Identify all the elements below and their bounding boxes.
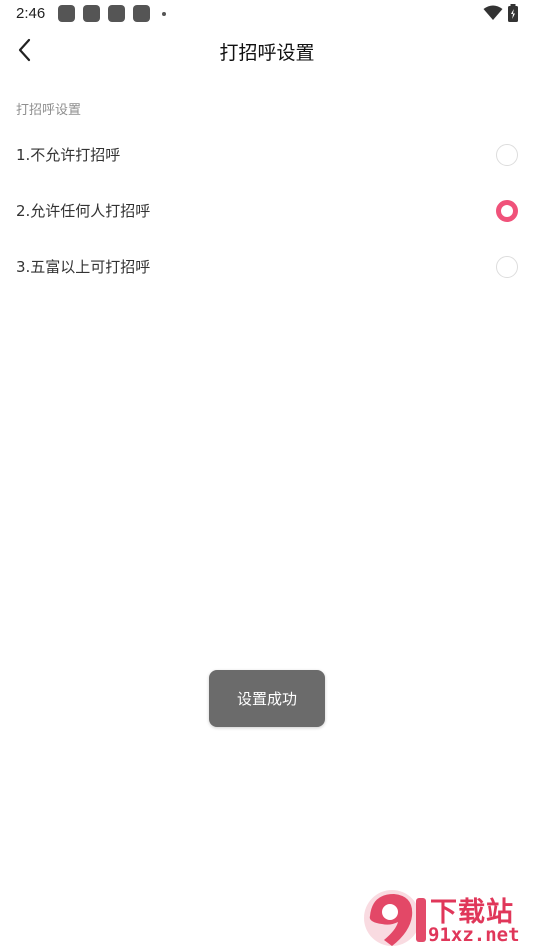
section-label: 打招呼设置 <box>16 103 82 118</box>
app-bar: 打招呼设置 <box>0 28 534 72</box>
toast-text: 设置成功 <box>236 690 297 708</box>
wifi-icon <box>483 5 503 20</box>
option-no-greeting[interactable]: 1.不允许打招呼 <box>0 127 534 183</box>
option-label: 1.不允许打招呼 <box>16 146 121 164</box>
toast-message: 设置成功 <box>209 670 325 727</box>
watermark: 下载站 91xz.net <box>362 888 534 950</box>
notification-app-icon <box>83 5 100 22</box>
option-allow-anyone[interactable]: 2.允许任何人打招呼 <box>0 183 534 239</box>
notification-app-icon <box>133 5 150 22</box>
watermark-logo-icon <box>364 890 426 946</box>
option-label: 2.允许任何人打招呼 <box>16 202 151 220</box>
notification-app-icon <box>108 5 125 22</box>
status-time: 2:46 <box>16 5 46 22</box>
watermark-url: 91xz.net <box>428 924 520 946</box>
status-bar: 2:46 <box>0 0 534 28</box>
radio-button[interactable] <box>496 256 518 278</box>
more-notifications-dot-icon <box>162 12 166 16</box>
radio-button-selected[interactable] <box>496 200 518 222</box>
option-label: 3.五富以上可打招呼 <box>16 258 151 276</box>
notification-app-icon <box>58 5 75 22</box>
radio-button[interactable] <box>496 144 518 166</box>
page-title: 打招呼设置 <box>219 42 315 64</box>
battery-charging-icon <box>508 4 518 22</box>
option-wufu-above[interactable]: 3.五富以上可打招呼 <box>0 239 534 295</box>
